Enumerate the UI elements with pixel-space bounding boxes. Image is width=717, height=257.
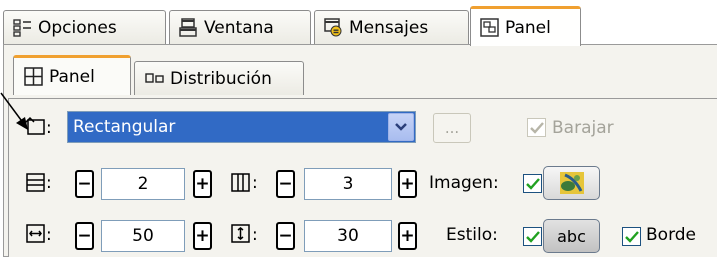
rows-icon [26,173,45,192]
width-icon [26,224,45,243]
tab-label: Panel [505,17,551,38]
height-increment-button[interactable]: + [398,222,417,250]
border-checkbox[interactable] [622,227,641,246]
messages-icon [324,18,342,37]
image-thumbnail-icon [559,172,584,194]
image-label: Imagen: [429,173,499,193]
checkmark-icon [525,230,540,243]
image-checkbox[interactable] [523,174,542,193]
tab-opciones[interactable]: Opciones [3,10,166,44]
height-input[interactable]: 30 [304,220,392,252]
width-increment-button[interactable]: + [193,222,212,250]
tab-mensajes[interactable]: Mensajes [314,10,469,44]
grid-icon [24,67,43,86]
tab-label: Ventana [204,17,274,38]
tab-panel[interactable]: Panel [470,6,581,46]
subtab-panel[interactable]: Panel [13,55,131,95]
rows-decrement-button[interactable]: − [75,170,94,198]
image-picker-button[interactable] [543,166,600,200]
style-label: Estilo: [446,225,498,245]
shape-icon [23,116,45,135]
layout-icon [145,73,164,83]
style-checkbox[interactable] [523,227,542,246]
tab-label: Mensajes [349,17,429,38]
height-label: : [252,225,258,245]
checkmark-icon [529,121,544,134]
width-label: : [46,225,52,245]
tab-ventana[interactable]: Ventana [169,10,311,44]
checkmark-icon [624,230,639,243]
shape-select[interactable]: Rectangular [67,111,416,143]
width-decrement-button[interactable]: − [75,222,94,250]
browse-button[interactable]: ... [433,113,471,143]
subtab-label: Panel [49,66,95,87]
subtab-distribucion[interactable]: Distribución [134,61,304,95]
shuffle-checkbox[interactable] [527,118,546,137]
options-icon [13,19,31,37]
checkmark-icon [525,177,540,190]
tab-label: Opciones [38,17,117,38]
shuffle-label: Barajar [552,118,614,138]
height-decrement-button[interactable]: − [276,222,295,250]
rows-label: : [46,173,52,193]
rows-increment-button[interactable]: + [193,170,212,198]
columns-label: : [252,173,258,193]
panel-icon [480,18,499,37]
columns-decrement-button[interactable]: − [276,170,295,198]
border-label: Borde [646,225,697,245]
shape-label: : [46,118,52,138]
subtab-label: Distribución [170,68,272,89]
columns-increment-button[interactable]: + [398,170,417,198]
height-icon [231,224,250,243]
columns-icon [231,173,250,192]
window-icon [179,18,197,37]
columns-input[interactable]: 3 [304,168,392,200]
rows-input[interactable]: 2 [101,168,185,200]
style-picker-button[interactable]: abc [543,219,600,253]
chevron-down-icon[interactable] [388,113,414,141]
width-input[interactable]: 50 [101,220,185,252]
shape-select-value: Rectangular [73,117,176,137]
